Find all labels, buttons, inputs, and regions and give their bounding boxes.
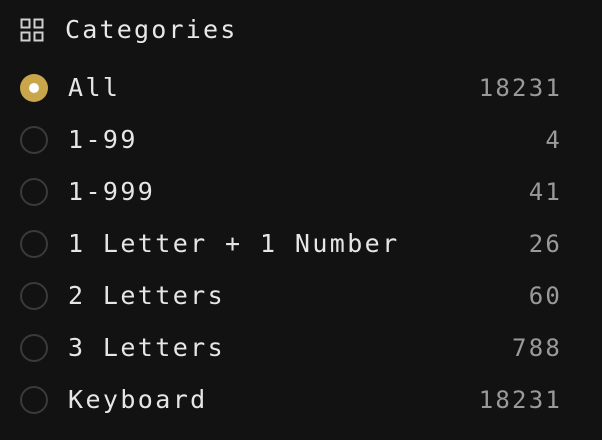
category-radio[interactable] [20, 230, 48, 258]
category-item-1-99[interactable]: 1-99 4 [0, 116, 602, 168]
category-label: 1-999 [68, 177, 156, 206]
category-item-keyboard[interactable]: Keyboard 18231 [0, 376, 602, 428]
categories-panel: Categories All 18231 1-99 4 1-999 41 1 L… [0, 0, 602, 440]
category-radio[interactable] [20, 178, 48, 206]
category-radio[interactable] [20, 282, 48, 310]
category-label: Keyboard [68, 385, 208, 414]
category-label: All [68, 73, 121, 102]
category-count: 60 [528, 282, 562, 310]
category-item-1-999[interactable]: 1-999 41 [0, 168, 602, 220]
category-count: 26 [528, 230, 562, 258]
categories-header: Categories [20, 12, 238, 48]
category-item-all[interactable]: All 18231 [0, 64, 602, 116]
category-radio[interactable] [20, 126, 48, 154]
category-list: All 18231 1-99 4 1-999 41 1 Letter + 1 N… [0, 64, 602, 428]
category-count: 788 [512, 334, 562, 362]
category-radio[interactable] [20, 334, 48, 362]
category-radio[interactable] [20, 74, 48, 102]
category-label: 2 Letters [68, 281, 226, 310]
category-item-3-letters[interactable]: 3 Letters 788 [0, 324, 602, 376]
category-count: 18231 [478, 74, 562, 102]
grid-icon [20, 17, 46, 43]
categories-title: Categories [65, 15, 238, 44]
category-item-2-letters[interactable]: 2 Letters 60 [0, 272, 602, 324]
category-count: 41 [528, 178, 562, 206]
category-count: 18231 [478, 386, 562, 414]
category-label: 1 Letter + 1 Number [68, 229, 400, 258]
category-label: 1-99 [68, 125, 138, 154]
category-count: 4 [545, 126, 562, 154]
category-label: 3 Letters [68, 333, 226, 362]
category-radio[interactable] [20, 386, 48, 414]
category-item-1-letter-1-number[interactable]: 1 Letter + 1 Number 26 [0, 220, 602, 272]
